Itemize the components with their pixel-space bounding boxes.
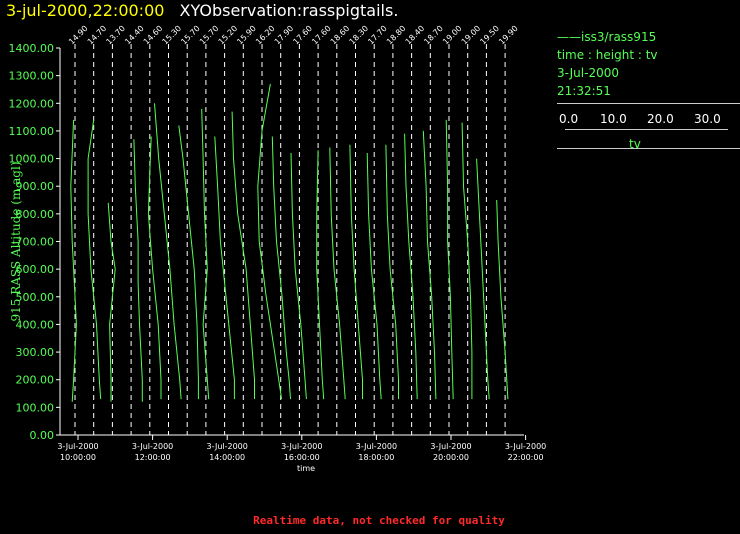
profile-base-label: 19.90	[497, 24, 520, 47]
legend-divider	[557, 103, 740, 104]
profile-curve	[201, 108, 210, 400]
profile-base-label: 14.90	[67, 24, 90, 47]
scale-tick-label: 30.0	[694, 112, 721, 126]
y-tick-label: 200.00	[16, 374, 55, 387]
profile-base-label: 18.60	[329, 24, 352, 47]
profile-base-label: 18.80	[385, 24, 408, 47]
profile-base-label: 18.30	[348, 24, 371, 47]
profile-curve	[178, 125, 199, 400]
profile-curve	[349, 144, 363, 400]
y-tick-label: 1100.00	[9, 125, 55, 138]
scale-line	[565, 129, 728, 130]
profile-curve	[476, 158, 490, 400]
profile-base-label: 18.70	[422, 24, 445, 47]
profile-base-label: 17.90	[273, 24, 296, 47]
profile-base-label: 15.90	[235, 24, 258, 47]
x-tick-time: 16:00:00	[284, 453, 320, 462]
profile-curve	[445, 119, 454, 400]
profile-base-label: 17.60	[310, 24, 333, 47]
profile-base-label: 15.20	[217, 24, 240, 47]
x-tick-time: 10:00:00	[60, 453, 96, 462]
profile-base-label: 16.20	[254, 24, 277, 47]
y-tick-label: 0.00	[30, 429, 55, 442]
legend-date: 3-Jul-2000	[557, 66, 619, 80]
y-axis-title: 915 RASS Altitude (m agl)	[9, 161, 23, 321]
profile-base-label: 17.60	[291, 24, 314, 47]
y-tick-label: 100.00	[16, 401, 55, 414]
x-tick-time: 18:00:00	[358, 453, 394, 462]
profile-curve	[154, 103, 182, 400]
profile-curve	[70, 119, 77, 402]
profile-base-label: 15.30	[161, 24, 184, 47]
profile-curve	[461, 122, 473, 400]
scale-tick-label: 20.0	[647, 112, 674, 126]
legend-panel: ——iss3/rass915 time : height : tv 3-Jul-…	[557, 28, 740, 151]
profile-curve	[107, 202, 116, 402]
profile-base-label: 15.70	[198, 24, 221, 47]
profile-curve	[87, 119, 102, 400]
legend-series: iss3/rass915	[581, 30, 657, 44]
scale-tick-label: 10.0	[600, 112, 627, 126]
y-tick-label: 300.00	[16, 346, 55, 359]
profile-curve	[271, 136, 291, 400]
x-tick-date: 3-Jul-2000	[57, 442, 98, 451]
x-tick-date: 3-Jul-2000	[430, 442, 471, 451]
x-tick-time: 22:00:00	[508, 453, 544, 462]
profile-curve	[385, 144, 399, 400]
x-tick-time: 12:00:00	[135, 453, 171, 462]
profile-base-label: 14.70	[86, 24, 109, 47]
profile-curve	[496, 199, 509, 400]
x-tick-date: 3-Jul-2000	[505, 442, 546, 451]
y-tick-label: 1400.00	[9, 42, 55, 55]
profile-base-label: 14.40	[123, 24, 146, 47]
x-axis-title: time	[297, 464, 315, 473]
scale-unit: tv	[629, 137, 641, 151]
x-tick-date: 3-Jul-2000	[207, 442, 248, 451]
legend-clock: 21:32:51	[557, 84, 611, 98]
x-tick-date: 3-Jul-2000	[132, 442, 173, 451]
profile-curve	[404, 133, 418, 400]
x-tick-time: 20:00:00	[433, 453, 469, 462]
y-tick-label: 1200.00	[9, 97, 55, 110]
profile-curve	[290, 152, 307, 400]
profile-base-label: 19.00	[460, 24, 483, 47]
x-tick-date: 3-Jul-2000	[281, 442, 322, 451]
legend-series-row: ——iss3/rass915	[557, 28, 740, 46]
legend-scale: 0.0 10.0 20.0 30.0 tv	[557, 108, 740, 154]
y-tick-label: 1300.00	[9, 70, 55, 83]
x-tick-date: 3-Jul-2000	[356, 442, 397, 451]
profile-base-label: 17.70	[366, 24, 389, 47]
profile-curve	[133, 139, 143, 402]
x-tick-time: 14:00:00	[209, 453, 245, 462]
profile-curve	[329, 147, 346, 400]
legend-line-swatch: ——	[557, 30, 581, 44]
profile-curve	[422, 130, 437, 400]
profile-base-label: 19.50	[478, 24, 501, 47]
profile-base-label: 19.00	[441, 24, 464, 47]
profile-curve	[257, 83, 283, 400]
profile-base-label: 18.40	[404, 24, 427, 47]
scale-tick-label: 0.0	[559, 112, 579, 126]
profile-base-label: 14.60	[142, 24, 165, 47]
profile-base-label: 13.70	[104, 24, 127, 47]
profile-base-label: 15.70	[179, 24, 202, 47]
legend-axes: time : height : tv	[557, 48, 658, 62]
quality-warning: Realtime data, not checked for quality	[253, 514, 505, 527]
